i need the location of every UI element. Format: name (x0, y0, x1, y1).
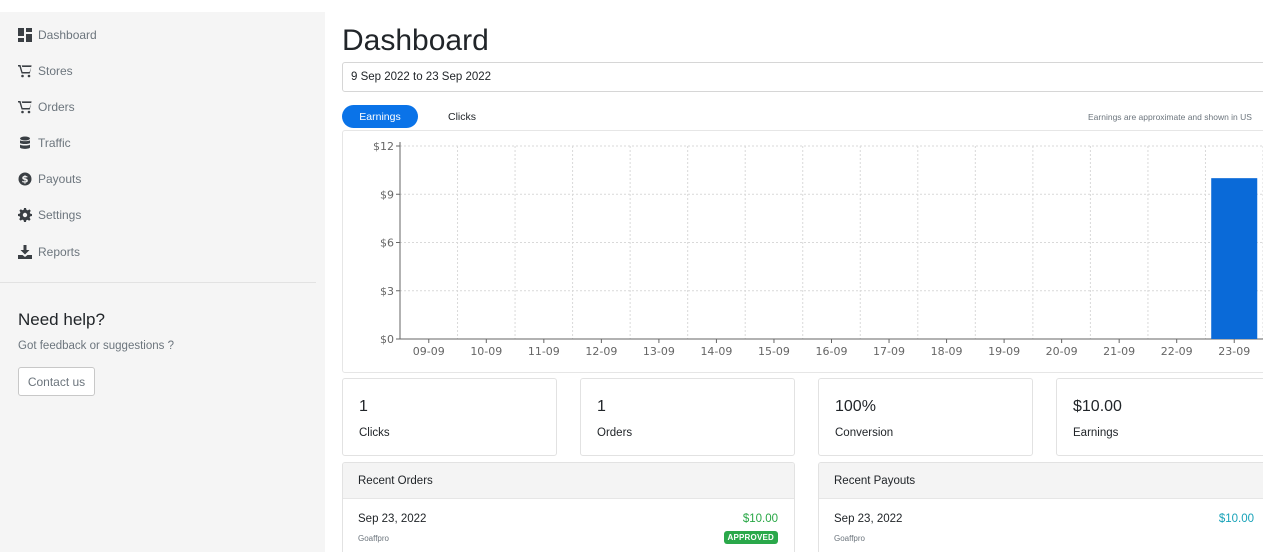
payout-date: Sep 23, 2022 (834, 513, 903, 525)
x-tick-label: 14-09 (700, 345, 732, 358)
sidebar-item-label: Dashboard (38, 28, 97, 42)
earnings-note: Earnings are approximate and shown in US (1088, 112, 1252, 122)
date-range-picker[interactable]: 9 Sep 2022 to 23 Sep 2022 (342, 62, 1263, 92)
stat-value: 100% (835, 398, 876, 415)
stat-card-orders: 1 Orders (580, 378, 795, 456)
sidebar-item-label: Traffic (38, 136, 71, 150)
stat-label: Clicks (359, 427, 390, 439)
x-tick-label: 18-09 (931, 345, 963, 358)
x-tick-label: 16-09 (816, 345, 848, 358)
sidebar-item-label: Stores (38, 64, 73, 78)
dollar-circle-icon: $ (17, 172, 32, 186)
y-tick-label: $3 (380, 285, 394, 298)
stat-value: 1 (597, 398, 606, 415)
sidebar: Dashboard Stores Orders Traffic $ Payout… (0, 12, 325, 552)
y-tick-label: $6 (380, 237, 394, 250)
x-tick-label: 12-09 (585, 345, 617, 358)
x-tick-label: 15-09 (758, 345, 790, 358)
y-tick-label: $0 (380, 333, 394, 346)
payout-store: Goaffpro (834, 534, 865, 543)
order-store: Goaffpro (358, 534, 389, 543)
svg-text:$: $ (21, 175, 28, 186)
order-date: Sep 23, 2022 (358, 513, 427, 525)
stat-label: Orders (597, 427, 633, 439)
x-tick-label: 11-09 (528, 345, 560, 358)
recent-payouts-panel: Recent Payouts Sep 23, 2022 Goaffpro $10… (818, 462, 1263, 552)
help-title: Need help? (18, 310, 105, 329)
x-tick-label: 23-09 (1218, 345, 1250, 358)
stat-card-earnings: $10.00 Earnings (1056, 378, 1263, 456)
download-icon (17, 245, 32, 259)
sidebar-item-orders[interactable]: Orders (17, 98, 75, 116)
sidebar-item-dashboard[interactable]: Dashboard (17, 26, 97, 44)
sidebar-item-label: Payouts (38, 172, 82, 186)
x-tick-label: 21-09 (1103, 345, 1135, 358)
sidebar-item-label: Settings (38, 208, 82, 222)
stat-value: $10.00 (1073, 398, 1122, 415)
help-text: Got feedback or suggestions ? (18, 340, 174, 352)
status-badge: APPROVED (723, 531, 778, 544)
stat-card-conversion: 100% Conversion (818, 378, 1033, 456)
panel-header: Recent Payouts (819, 463, 1263, 499)
sidebar-item-stores[interactable]: Stores (17, 62, 73, 80)
x-tick-label: 22-09 (1161, 345, 1193, 358)
tab-earnings[interactable]: Earnings (342, 105, 418, 128)
tab-clicks[interactable]: Clicks (432, 105, 492, 128)
sidebar-item-settings[interactable]: Settings (17, 206, 81, 224)
stat-label: Conversion (835, 427, 894, 439)
stat-value: 1 (359, 398, 368, 415)
y-tick-label: $12 (373, 140, 394, 153)
sidebar-item-reports[interactable]: Reports (17, 243, 80, 261)
sidebar-item-traffic[interactable]: Traffic (17, 134, 71, 152)
stat-card-clicks: 1 Clicks (342, 378, 557, 456)
page-title: Dashboard (342, 24, 489, 57)
y-tick-label: $9 (380, 188, 394, 201)
cart-icon (17, 64, 32, 78)
x-tick-label: 17-09 (873, 345, 905, 358)
recent-orders-panel: Recent Orders Sep 23, 2022 Goaffpro $10.… (342, 462, 795, 552)
database-icon (17, 136, 32, 150)
earnings-chart: $0 $3 $6 $9 $12 09-09 10-09 11-09 12-09 13-09 14-0… (373, 140, 1263, 358)
x-tick-label: 13-09 (643, 345, 675, 358)
payout-amount: $10.00 (1218, 513, 1254, 525)
sidebar-divider (0, 282, 316, 283)
dashboard-icon (17, 28, 32, 42)
panel-header: Recent Orders (343, 463, 794, 499)
sidebar-item-payouts[interactable]: $ Payouts (17, 170, 81, 188)
x-tick-label: 19-09 (988, 345, 1020, 358)
gear-icon (17, 208, 32, 222)
x-tick-label: 10-09 (470, 345, 502, 358)
contact-us-button[interactable]: Contact us (18, 367, 95, 396)
cart-icon (17, 100, 32, 114)
stat-label: Earnings (1073, 427, 1119, 439)
app-root: Dashboard Stores Orders Traffic $ Payout… (0, 0, 1263, 552)
x-tick-label: 20-09 (1046, 345, 1078, 358)
sidebar-item-label: Orders (38, 100, 75, 114)
chart-bar (1211, 178, 1258, 339)
sidebar-item-label: Reports (38, 245, 81, 259)
order-amount: $10.00 (742, 513, 778, 525)
x-tick-label: 09-09 (413, 345, 445, 358)
